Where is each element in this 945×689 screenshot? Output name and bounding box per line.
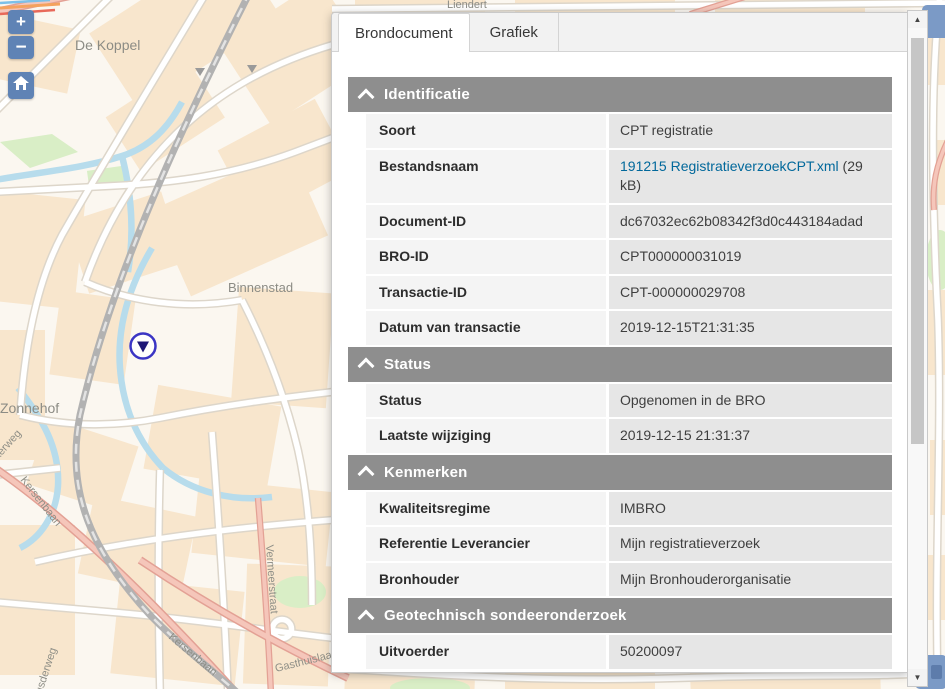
detail-row: StatusOpgenomen in de BRO <box>366 384 892 418</box>
detail-row: KwaliteitsregimeIMBRO <box>366 492 892 526</box>
row-label: Kwaliteitsregime <box>366 492 606 526</box>
detail-row: SoortCPT registratie <box>366 114 892 148</box>
detail-row: Referentie LeverancierMijn registratieve… <box>366 527 892 561</box>
scroll-up-button[interactable]: ▲ <box>908 11 927 28</box>
bro-loket-app: LiendertDe KoppelBinnenstadZonnehof Kers… <box>0 0 945 689</box>
map-area-label: Binnenstad <box>228 280 293 295</box>
section-title: Identificatie <box>384 86 470 103</box>
row-value: IMBRO <box>609 492 892 526</box>
section-header[interactable]: Geotechnisch sondeeronderzoek <box>348 598 892 633</box>
section-title: Kenmerken <box>384 464 468 481</box>
home-icon <box>13 76 29 95</box>
panel-scrollbar[interactable]: ▲ ▼ <box>907 10 928 687</box>
row-label: Status <box>366 384 606 418</box>
row-value: dc67032ec62b08342f3d0c443184adad <box>609 205 892 239</box>
row-value: CPT registratie <box>609 114 892 148</box>
row-value: 2019-12-15T21:31:35 <box>609 311 892 345</box>
map-area-label: Zonnehof <box>0 400 59 416</box>
row-value: 191215 RegistratieverzoekCPT.xml (29 kB) <box>609 150 892 203</box>
row-value: Mijn registratieverzoek <box>609 527 892 561</box>
detail-row: Laatste wijziging2019-12-15 21:31:37 <box>366 419 892 453</box>
row-label: Uitvoerder <box>366 635 606 669</box>
chevron-up-icon <box>358 609 375 626</box>
row-label: Transactie-ID <box>366 276 606 310</box>
chevron-up-icon <box>358 88 375 105</box>
chevron-up-icon <box>358 358 375 375</box>
zoom-in-button[interactable]: + <box>8 10 34 34</box>
row-value: Opgenomen in de BRO <box>609 384 892 418</box>
detail-row: BRO-IDCPT000000031019 <box>366 240 892 274</box>
scrollbar-thumb[interactable] <box>911 38 924 444</box>
scroll-down-button[interactable]: ▼ <box>908 669 927 686</box>
panel-sections: Identificatie SoortCPT registratieBestand… <box>332 52 907 669</box>
home-button[interactable] <box>8 72 34 99</box>
detail-row: Bestandsnaam191215 RegistratieverzoekCPT… <box>366 150 892 203</box>
section-rows: Uitvoerder50200097 <box>366 635 892 669</box>
chevron-up-icon <box>358 466 375 483</box>
zoom-out-button[interactable]: − <box>8 36 34 59</box>
section-title: Geotechnisch sondeeronderzoek <box>384 607 627 624</box>
detail-row: Document-IDdc67032ec62b08342f3d0c443184a… <box>366 205 892 239</box>
row-label: Datum van transactie <box>366 311 606 345</box>
detail-row: Datum van transactie2019-12-15T21:31:35 <box>366 311 892 345</box>
arrow-icon <box>931 665 942 679</box>
section-header[interactable]: Status <box>348 347 892 382</box>
section-rows: KwaliteitsregimeIMBROReferentie Leveranc… <box>366 492 892 597</box>
row-value: Mijn Bronhouderorganisatie <box>609 563 892 597</box>
tab-grafiek[interactable]: Grafiek <box>470 13 559 51</box>
section-header[interactable]: Kenmerken <box>348 455 892 490</box>
row-label: Referentie Leverancier <box>366 527 606 561</box>
row-label: BRO-ID <box>366 240 606 274</box>
detail-row: Uitvoerder50200097 <box>366 635 892 669</box>
tab-brondocument[interactable]: Brondocument <box>338 13 470 52</box>
row-value: CPT000000031019 <box>609 240 892 274</box>
row-label: Soort <box>366 114 606 148</box>
row-label: Laatste wijziging <box>366 419 606 453</box>
row-value: 50200097 <box>609 635 892 669</box>
row-value: CPT-000000029708 <box>609 276 892 310</box>
row-label: Bronhouder <box>366 563 606 597</box>
row-label: Document-ID <box>366 205 606 239</box>
tab-bar: Brondocument Grafiek <box>332 13 907 52</box>
section-rows: StatusOpgenomen in de BROLaatste wijzigi… <box>366 384 892 453</box>
section-title: Status <box>384 356 431 373</box>
map-marker[interactable] <box>131 334 156 359</box>
map-area-label: Liendert <box>447 0 487 11</box>
row-label: Bestandsnaam <box>366 150 606 203</box>
section-rows: SoortCPT registratieBestandsnaam191215 R… <box>366 114 892 345</box>
file-link[interactable]: 191215 RegistratieverzoekCPT.xml <box>620 158 839 174</box>
row-value: 2019-12-15 21:31:37 <box>609 419 892 453</box>
detail-row: BronhouderMijn Bronhouderorganisatie <box>366 563 892 597</box>
detail-row: Transactie-IDCPT-000000029708 <box>366 276 892 310</box>
section-header[interactable]: Identificatie <box>348 77 892 112</box>
detail-panel: Brondocument Grafiek IdentificatieSoortC… <box>331 12 908 673</box>
map-area-label: De Koppel <box>75 37 140 53</box>
